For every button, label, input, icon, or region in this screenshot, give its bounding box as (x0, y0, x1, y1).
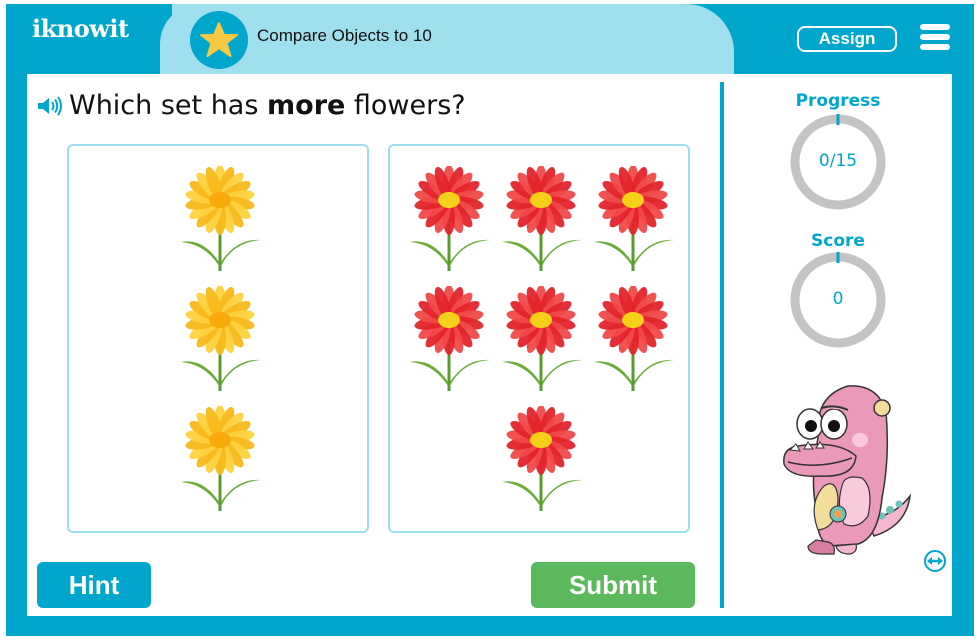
question-suffix: flowers? (345, 90, 466, 121)
red-flower (588, 285, 678, 396)
yellow-flower (175, 285, 265, 396)
submit-button[interactable]: Submit (531, 562, 695, 608)
yellow-flower (175, 405, 265, 516)
star-icon (200, 22, 238, 57)
assign-button[interactable]: Assign (797, 26, 897, 52)
red-flower (496, 405, 586, 516)
logo-text: iknowit (32, 14, 129, 43)
progress-label: Progress (795, 91, 881, 111)
score-value: 0 (832, 289, 844, 309)
red-flower (404, 285, 494, 396)
choice-left-set[interactable] (67, 144, 369, 533)
yellow-flower (175, 165, 265, 276)
red-flower (404, 165, 494, 276)
hamburger-menu-icon[interactable] (920, 24, 950, 50)
expand-arrows-icon[interactable] (923, 549, 947, 573)
choice-right-set[interactable] (388, 144, 690, 533)
red-flower (496, 285, 586, 396)
score-label: Score (811, 231, 865, 251)
question-prefix: Which set has (69, 90, 268, 121)
question-text: Which set has more flowers? (37, 90, 466, 121)
hint-button[interactable]: Hint (37, 562, 151, 608)
question-emphasis: more (267, 90, 346, 121)
lesson-title: Compare Objects to 10 (257, 26, 432, 45)
speaker-icon[interactable] (37, 95, 63, 116)
pink-monster-mascot (783, 385, 912, 555)
iknowit-logo[interactable]: iknowit (32, 14, 129, 43)
red-flower (588, 165, 678, 276)
red-flower (496, 165, 586, 276)
panel-divider (720, 82, 724, 608)
progress-value: 0/15 (818, 151, 858, 171)
star-badge (190, 11, 248, 69)
